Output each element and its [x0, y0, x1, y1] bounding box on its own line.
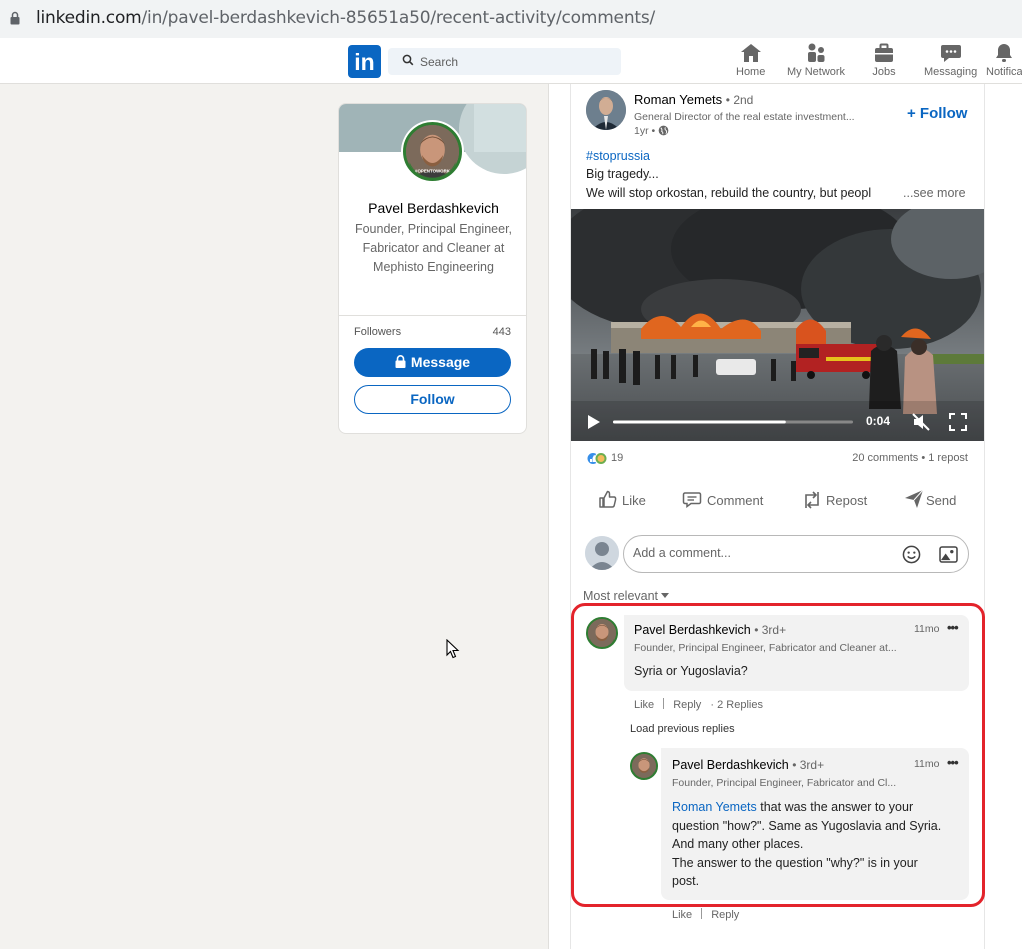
video-time: 0:04 — [866, 414, 891, 428]
profile-photo: #OPENTOWORK — [406, 125, 459, 178]
nav-messaging[interactable]: Messaging — [924, 42, 977, 78]
nav-notifications[interactable]: Notifica — [986, 42, 1022, 78]
post-text-line2: We will stop orkostan, rebuild the count… — [586, 186, 872, 200]
profile-card: #OPENTOWORK Pavel Berdashkevich Founder,… — [338, 103, 527, 434]
reaction-icons — [586, 452, 608, 465]
video-progress-bar[interactable] — [613, 419, 853, 425]
briefcase-icon — [875, 43, 893, 62]
emoji-icon[interactable] — [902, 545, 921, 564]
comments-reposts-count[interactable]: 20 comments • 1 repost — [852, 452, 968, 464]
post-author-photo — [586, 90, 626, 130]
chat-icon — [940, 45, 961, 62]
comment-action-label: Comment — [707, 493, 764, 508]
post-author-name-text: Roman Yemets — [634, 92, 723, 107]
reply-like-button[interactable]: Like — [672, 909, 692, 921]
send-action-label: Send — [926, 493, 957, 508]
nav-jobs[interactable]: Jobs — [872, 42, 896, 78]
browser-address-bar[interactable]: linkedin.com/in/pavel-berdashkevich-8565… — [0, 0, 1022, 38]
globe-icon — [658, 125, 669, 136]
current-user-avatar[interactable] — [585, 536, 619, 570]
repost-action-label: Repost — [826, 493, 868, 508]
top-nav: in Search Home My Network Jobs Messaging… — [0, 38, 1022, 84]
post-author-headline: General Director of the real estate inve… — [634, 111, 855, 123]
followers-count: 443 — [492, 326, 511, 338]
send-icon — [905, 489, 924, 508]
bell-icon — [996, 44, 1013, 62]
profile-headline: Founder, Principal Engineer, Fabricator … — [354, 222, 513, 274]
lock-icon — [395, 355, 406, 368]
user-placeholder-icon — [585, 536, 619, 570]
message-button-label: Message — [410, 354, 471, 370]
comment-placeholder: Add a comment... — [633, 546, 731, 560]
nav-notifications-label: Notifica — [986, 66, 1022, 78]
follow-button[interactable]: Follow — [354, 385, 511, 414]
post-text-line1: Big tragedy... — [586, 167, 659, 181]
search-input[interactable]: Search — [388, 48, 621, 75]
followers-label: Followers — [354, 326, 402, 338]
network-icon — [808, 43, 825, 62]
sort-label: Most relevant — [583, 589, 659, 603]
nav-messaging-label: Messaging — [924, 66, 978, 78]
post-video[interactable]: 0:04 — [571, 209, 984, 441]
profile-avatar[interactable]: #OPENTOWORK — [401, 120, 464, 183]
post-hashtag[interactable]: #stoprussia — [586, 149, 650, 163]
nav-jobs-label: Jobs — [872, 66, 896, 78]
comment-icon — [682, 492, 702, 508]
nav-my-network[interactable]: My Network — [787, 42, 845, 78]
url-text[interactable]: linkedin.com/in/pavel-berdashkevich-8565… — [36, 8, 655, 28]
comment-input[interactable]: Add a comment... — [623, 535, 969, 573]
nav-home-label: Home — [736, 66, 766, 78]
mouse-cursor-icon — [446, 639, 460, 659]
nav-home[interactable]: Home — [736, 42, 765, 78]
message-button[interactable]: Message — [354, 348, 511, 377]
post-author-degree: • 2nd — [725, 93, 754, 107]
post-time: 1yr • — [634, 125, 669, 137]
post-time-text: 1yr • — [634, 125, 656, 137]
post-follow-button[interactable]: + Follow — [907, 105, 967, 122]
card-divider — [339, 315, 526, 316]
lock-icon — [10, 11, 20, 25]
linkedin-logo[interactable]: in — [348, 45, 381, 78]
chevron-down-icon — [661, 593, 670, 598]
reaction-count: 19 — [611, 452, 624, 464]
nav-my-network-label: My Network — [787, 66, 846, 78]
video-progress-fill — [613, 420, 786, 424]
url-path: /in/pavel-berdashkevich-85651a50/recent-… — [141, 8, 656, 28]
search-icon — [402, 54, 414, 66]
url-host: linkedin.com — [36, 8, 142, 28]
image-icon[interactable] — [939, 546, 958, 563]
mute-icon[interactable] — [911, 412, 931, 432]
play-icon[interactable] — [587, 414, 601, 430]
fullscreen-icon[interactable] — [949, 413, 967, 431]
home-icon — [740, 44, 761, 62]
reply-actions: Like Reply — [672, 908, 739, 921]
sort-dropdown[interactable]: Most relevant — [583, 589, 670, 603]
separator — [701, 908, 703, 919]
post-author-avatar[interactable] — [586, 90, 626, 130]
search-placeholder: Search — [420, 55, 459, 69]
like-action-label: Like — [622, 493, 646, 508]
highlight-annotation — [571, 603, 985, 907]
see-more-button[interactable]: ...see more — [897, 186, 966, 200]
reply-reply-button[interactable]: Reply — [711, 909, 739, 921]
thumbs-up-icon — [599, 490, 617, 508]
profile-name[interactable]: Pavel Berdashkevich — [339, 200, 526, 216]
post-author-name[interactable]: Roman Yemets • 2nd — [634, 92, 753, 107]
repost-icon — [805, 491, 819, 509]
reactions-summary[interactable]: 19 — [586, 452, 623, 468]
opentowork-text: #OPENTOWORK — [415, 169, 451, 174]
